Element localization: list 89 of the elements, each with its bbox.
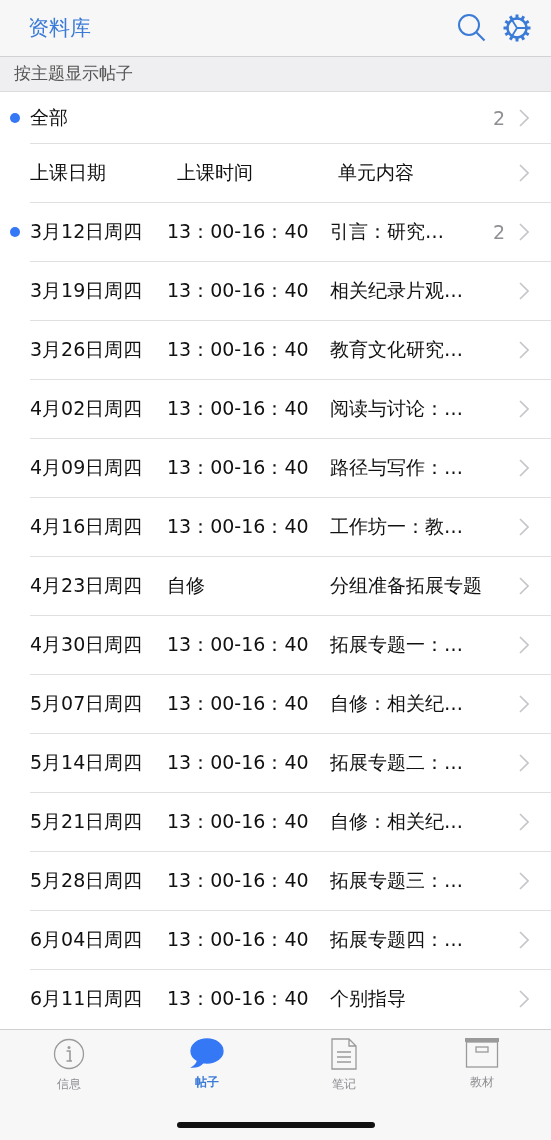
list-row[interactable]: 全部 2 bbox=[0, 91, 551, 144]
chevron-icon bbox=[519, 108, 529, 127]
topic-text: 教育文化研究… bbox=[330, 337, 463, 363]
topic-text: 引言：研究… bbox=[330, 219, 444, 245]
topic-text: 路径与写作：… bbox=[330, 455, 463, 481]
list-row[interactable]: 4月09日周四 13：00-16：40 路径与写作：… bbox=[0, 438, 551, 498]
chevron-icon bbox=[519, 931, 529, 950]
date-text: 4月09日周四 bbox=[30, 455, 144, 481]
date-text: 6月04日周四 bbox=[30, 927, 144, 953]
list-row[interactable]: 3月19日周四 13：00-16：40 相关纪录片观… bbox=[0, 261, 551, 321]
list-row[interactable]: 3月12日周四 13：00-16：40 引言：研究… 2 bbox=[0, 202, 551, 262]
topic-text: 拓展专题二：… bbox=[330, 750, 463, 776]
topic-text: 自修：相关纪… bbox=[330, 691, 463, 717]
time-text: 13：00-16：40 bbox=[167, 455, 310, 481]
speech-bubble-icon bbox=[189, 1037, 224, 1068]
settings-icon[interactable] bbox=[503, 13, 531, 42]
date-text: 4月30日周四 bbox=[30, 632, 144, 658]
date-text: 5月14日周四 bbox=[30, 750, 144, 776]
date-text: 3月12日周四 bbox=[30, 219, 144, 245]
chevron-icon bbox=[519, 813, 529, 832]
time-text: 13：00-16：40 bbox=[167, 396, 310, 422]
list-row[interactable]: 5月28日周四 13：00-16：40 拓展专题三：… bbox=[0, 851, 551, 911]
info-icon bbox=[52, 1037, 85, 1070]
topic-text: 拓展专题三：… bbox=[330, 868, 463, 894]
column-heading: 上课日期 bbox=[30, 160, 107, 186]
date-text: 4月23日周四 bbox=[30, 573, 144, 599]
topic-text: 自修：相关纪… bbox=[330, 809, 463, 835]
date-text: 6月11日周四 bbox=[30, 986, 144, 1012]
time-text: 13：00-16：40 bbox=[167, 927, 310, 953]
topic-text: 阅读与讨论：… bbox=[330, 396, 463, 422]
time-text: 13：00-16：40 bbox=[167, 514, 310, 540]
time-text: 13：00-16：40 bbox=[167, 750, 310, 776]
chevron-icon bbox=[519, 872, 529, 891]
chevron-icon bbox=[519, 223, 529, 242]
topic-text: 分组准备拓展专题 bbox=[330, 573, 482, 599]
time-text: 13：00-16：40 bbox=[167, 278, 310, 304]
topic-text: 工作坊一：教… bbox=[330, 514, 463, 540]
chevron-icon bbox=[519, 341, 529, 360]
list-row[interactable]: 3月26日周四 13：00-16：40 教育文化研究… bbox=[0, 320, 551, 380]
list-row[interactable]: 6月04日周四 13：00-16：40 拓展专题四：… bbox=[0, 910, 551, 970]
post-count: 2 bbox=[492, 221, 505, 244]
topic-text: 拓展专题一：… bbox=[330, 632, 463, 658]
row-label: 全部 bbox=[30, 104, 68, 130]
list-row[interactable]: 4月23日周四 自修 分组准备拓展专题 bbox=[0, 556, 551, 616]
chevron-icon bbox=[519, 400, 529, 419]
list-row[interactable]: 上课日期 上课时间 单元内容 bbox=[0, 143, 551, 203]
section-header: 按主题显示帖子 bbox=[14, 62, 133, 86]
time-text: 13：00-16：40 bbox=[167, 219, 310, 245]
chevron-icon bbox=[519, 282, 529, 301]
time-text: 13：00-16：40 bbox=[167, 632, 310, 658]
date-text: 5月21日周四 bbox=[30, 809, 144, 835]
page-title: 资料库 bbox=[28, 14, 92, 42]
time-text: 自修 bbox=[167, 573, 206, 599]
chevron-icon bbox=[519, 636, 529, 655]
time-text: 13：00-16：40 bbox=[167, 868, 310, 894]
column-heading: 上课时间 bbox=[177, 160, 254, 186]
date-text: 5月07日周四 bbox=[30, 691, 144, 717]
date-text: 5月28日周四 bbox=[30, 868, 144, 894]
chevron-icon bbox=[519, 990, 529, 1009]
time-text: 13：00-16：40 bbox=[167, 809, 310, 835]
date-text: 4月16日周四 bbox=[30, 514, 144, 540]
list-row[interactable]: 5月21日周四 13：00-16：40 自修：相关纪… bbox=[0, 792, 551, 852]
list-row[interactable]: 4月30日周四 13：00-16：40 拓展专题一：… bbox=[0, 615, 551, 675]
date-text: 4月02日周四 bbox=[30, 396, 144, 422]
topic-text: 个别指导 bbox=[330, 986, 406, 1012]
column-heading: 单元内容 bbox=[338, 160, 414, 186]
chevron-icon bbox=[519, 459, 529, 478]
date-text: 3月26日周四 bbox=[30, 337, 144, 363]
search-icon[interactable] bbox=[457, 12, 487, 43]
chevron-icon bbox=[519, 518, 529, 537]
time-text: 13：00-16：40 bbox=[167, 337, 310, 363]
time-text: 13：00-16：40 bbox=[167, 986, 310, 1012]
chevron-icon bbox=[519, 577, 529, 596]
topic-text: 拓展专题四：… bbox=[330, 927, 463, 953]
document-icon bbox=[331, 1037, 358, 1070]
chevron-icon bbox=[519, 754, 529, 773]
list-row[interactable]: 4月02日周四 13：00-16：40 阅读与讨论：… bbox=[0, 379, 551, 439]
archive-box-icon bbox=[465, 1037, 500, 1068]
chevron-icon bbox=[519, 164, 529, 183]
list-row[interactable]: 6月11日周四 13：00-16：40 个别指导 bbox=[0, 969, 551, 1029]
date-text: 3月19日周四 bbox=[30, 278, 144, 304]
post-count: 2 bbox=[492, 106, 505, 129]
list-row[interactable]: 4月16日周四 13：00-16：40 工作坊一：教… bbox=[0, 497, 551, 557]
topic-text: 相关纪录片观… bbox=[330, 278, 463, 304]
chevron-icon bbox=[519, 695, 529, 714]
list-row[interactable]: 5月14日周四 13：00-16：40 拓展专题二：… bbox=[0, 733, 551, 793]
time-text: 13：00-16：40 bbox=[167, 691, 310, 717]
tab[interactable]: 帖子 bbox=[137, 1037, 276, 1093]
list-row[interactable]: 5月07日周四 13：00-16：40 自修：相关纪… bbox=[0, 674, 551, 734]
